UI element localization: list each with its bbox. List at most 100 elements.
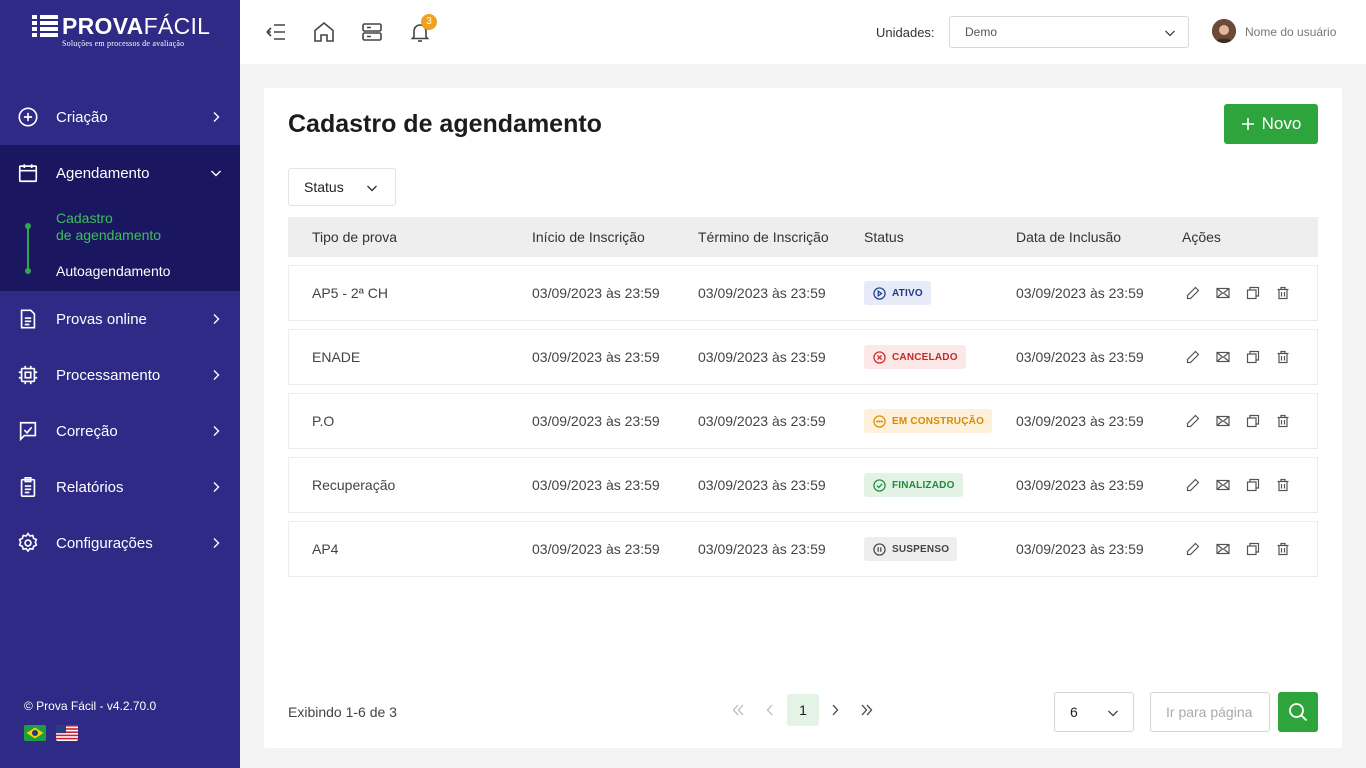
server-icon[interactable]: [360, 20, 384, 44]
sidebar-item-correcao[interactable]: Correção: [0, 403, 240, 459]
status-badge: CANCELADO: [864, 345, 966, 369]
cell-inicio: 03/09/2023 às 23:59: [532, 477, 660, 493]
chevron-right-icon: [213, 112, 220, 122]
table-row[interactable]: Recuperação 03/09/2023 às 23:59 03/09/20…: [288, 457, 1318, 513]
mail-icon[interactable]: [1216, 414, 1230, 428]
cell-tipo: AP5 - 2ª CH: [312, 285, 388, 301]
subitem-label-line1: Cadastro: [56, 210, 113, 226]
trash-icon[interactable]: [1276, 350, 1290, 364]
sidebar-item-configuracoes[interactable]: Configurações: [0, 515, 240, 571]
check-square-icon: [19, 421, 37, 442]
last-page-button[interactable]: [851, 694, 883, 726]
collapse-menu-icon[interactable]: [264, 20, 288, 44]
mail-icon[interactable]: [1216, 478, 1230, 492]
cell-inclusao: 03/09/2023 às 23:59: [1016, 541, 1144, 557]
table-header: Tipo de prova Início de Inscrição Términ…: [288, 217, 1318, 257]
sidebar-subitem-autoagendamento[interactable]: Autoagendamento: [56, 263, 170, 280]
sidebar-item-agendamento[interactable]: Agendamento: [0, 145, 240, 201]
home-icon[interactable]: [312, 20, 336, 44]
page-number-button[interactable]: 1: [787, 694, 819, 726]
usa-flag-icon[interactable]: [56, 725, 78, 741]
play-circle-icon: [873, 286, 886, 300]
page-title: Cadastro de agendamento: [288, 110, 602, 138]
header-termino-inscricao[interactable]: Término de Inscrição: [698, 229, 829, 245]
unidades-select[interactable]: Demo: [949, 16, 1189, 48]
sidebar-item-criacao[interactable]: Criação: [0, 89, 240, 145]
sidebar-item-relatorios[interactable]: Relatórios: [0, 459, 240, 515]
cell-inicio: 03/09/2023 às 23:59: [532, 349, 660, 365]
clipboard-icon: [20, 477, 36, 497]
edit-icon[interactable]: [1186, 414, 1200, 428]
cell-inicio: 03/09/2023 às 23:59: [532, 285, 660, 301]
mail-icon[interactable]: [1216, 542, 1230, 556]
more-circle-icon: [873, 414, 886, 428]
status-text: SUSPENSO: [892, 543, 950, 555]
sidebar-item-processamento[interactable]: Processamento: [0, 347, 240, 403]
subitem-label-line2: de agendamento: [56, 227, 162, 243]
table-row[interactable]: AP5 - 2ª CH 03/09/2023 às 23:59 03/09/20…: [288, 265, 1318, 321]
per-page-select[interactable]: 6: [1054, 692, 1134, 732]
calendar-icon: [18, 164, 38, 183]
sidebar-subitem-cadastro-agendamento[interactable]: Cadastro de agendamento: [56, 210, 161, 244]
new-button-label: Novo: [1261, 114, 1302, 133]
showing-count: Exibindo 1-6 de 3: [288, 704, 397, 720]
avatar[interactable]: [1212, 19, 1236, 43]
edit-icon[interactable]: [1186, 286, 1200, 300]
unidades-label: Unidades:: [876, 25, 935, 40]
chevron-down-icon: [211, 170, 221, 177]
trash-icon[interactable]: [1276, 478, 1290, 492]
copy-icon[interactable]: [1246, 350, 1260, 364]
brazil-flag-icon[interactable]: [24, 725, 46, 741]
edit-icon[interactable]: [1186, 350, 1200, 364]
copy-icon[interactable]: [1246, 286, 1260, 300]
status-text: ATIVO: [892, 287, 923, 299]
copy-icon[interactable]: [1246, 478, 1260, 492]
header-data-inclusao[interactable]: Data de Inclusão: [1016, 229, 1121, 245]
edit-icon[interactable]: [1186, 478, 1200, 492]
gear-icon: [18, 532, 38, 553]
cell-termino: 03/09/2023 às 23:59: [698, 477, 826, 493]
status-badge: SUSPENSO: [864, 537, 958, 561]
cell-tipo: P.O: [312, 413, 335, 429]
sidebar-item-label: Provas online: [56, 310, 147, 328]
copy-icon[interactable]: [1246, 542, 1260, 556]
cell-termino: 03/09/2023 às 23:59: [698, 413, 826, 429]
table-row[interactable]: P.O 03/09/2023 às 23:59 03/09/2023 às 23…: [288, 393, 1318, 449]
x-circle-icon: [873, 350, 886, 364]
sidebar-item-label: Configurações: [56, 534, 153, 552]
chevron-right-icon: [832, 704, 839, 716]
header-tipo-prova[interactable]: Tipo de prova: [312, 229, 397, 245]
next-page-button[interactable]: [819, 694, 851, 726]
trash-icon[interactable]: [1276, 414, 1290, 428]
per-page-value: 6: [1070, 704, 1078, 720]
status-filter-dropdown[interactable]: Status: [288, 168, 396, 206]
new-button[interactable]: Novo: [1224, 104, 1318, 144]
header-status[interactable]: Status: [864, 229, 904, 245]
edit-icon[interactable]: [1186, 542, 1200, 556]
copy-icon[interactable]: [1246, 414, 1260, 428]
cell-inicio: 03/09/2023 às 23:59: [532, 413, 660, 429]
trash-icon[interactable]: [1276, 286, 1290, 300]
cell-tipo: ENADE: [312, 349, 361, 365]
plus-circle-icon: [18, 107, 38, 127]
submenu-track: [27, 226, 29, 272]
table-row[interactable]: AP4 03/09/2023 às 23:59 03/09/2023 às 23…: [288, 521, 1318, 577]
user-name[interactable]: Nome do usuário: [1245, 25, 1336, 39]
header-inicio-inscricao[interactable]: Início de Inscrição: [532, 229, 645, 245]
sidebar-item-label: Relatórios: [56, 478, 124, 496]
pause-circle-icon: [873, 542, 886, 556]
status-filter-label: Status: [304, 179, 344, 195]
goto-page-search-button[interactable]: [1278, 692, 1318, 732]
goto-page-input[interactable]: [1150, 692, 1270, 732]
brand-logo[interactable]: PROVAFÁCIL Soluções em processos de aval…: [32, 14, 210, 54]
prev-page-button[interactable]: [754, 694, 786, 726]
first-page-button[interactable]: [722, 694, 754, 726]
status-text: EM CONSTRUÇÃO: [892, 415, 985, 427]
trash-icon[interactable]: [1276, 542, 1290, 556]
mail-icon[interactable]: [1216, 350, 1230, 364]
chevron-down-icon: [1165, 30, 1175, 37]
table-row[interactable]: ENADE 03/09/2023 às 23:59 03/09/2023 às …: [288, 329, 1318, 385]
mail-icon[interactable]: [1216, 286, 1230, 300]
unidades-value: Demo: [965, 25, 998, 39]
sidebar-item-provas-online[interactable]: Provas online: [0, 291, 240, 347]
